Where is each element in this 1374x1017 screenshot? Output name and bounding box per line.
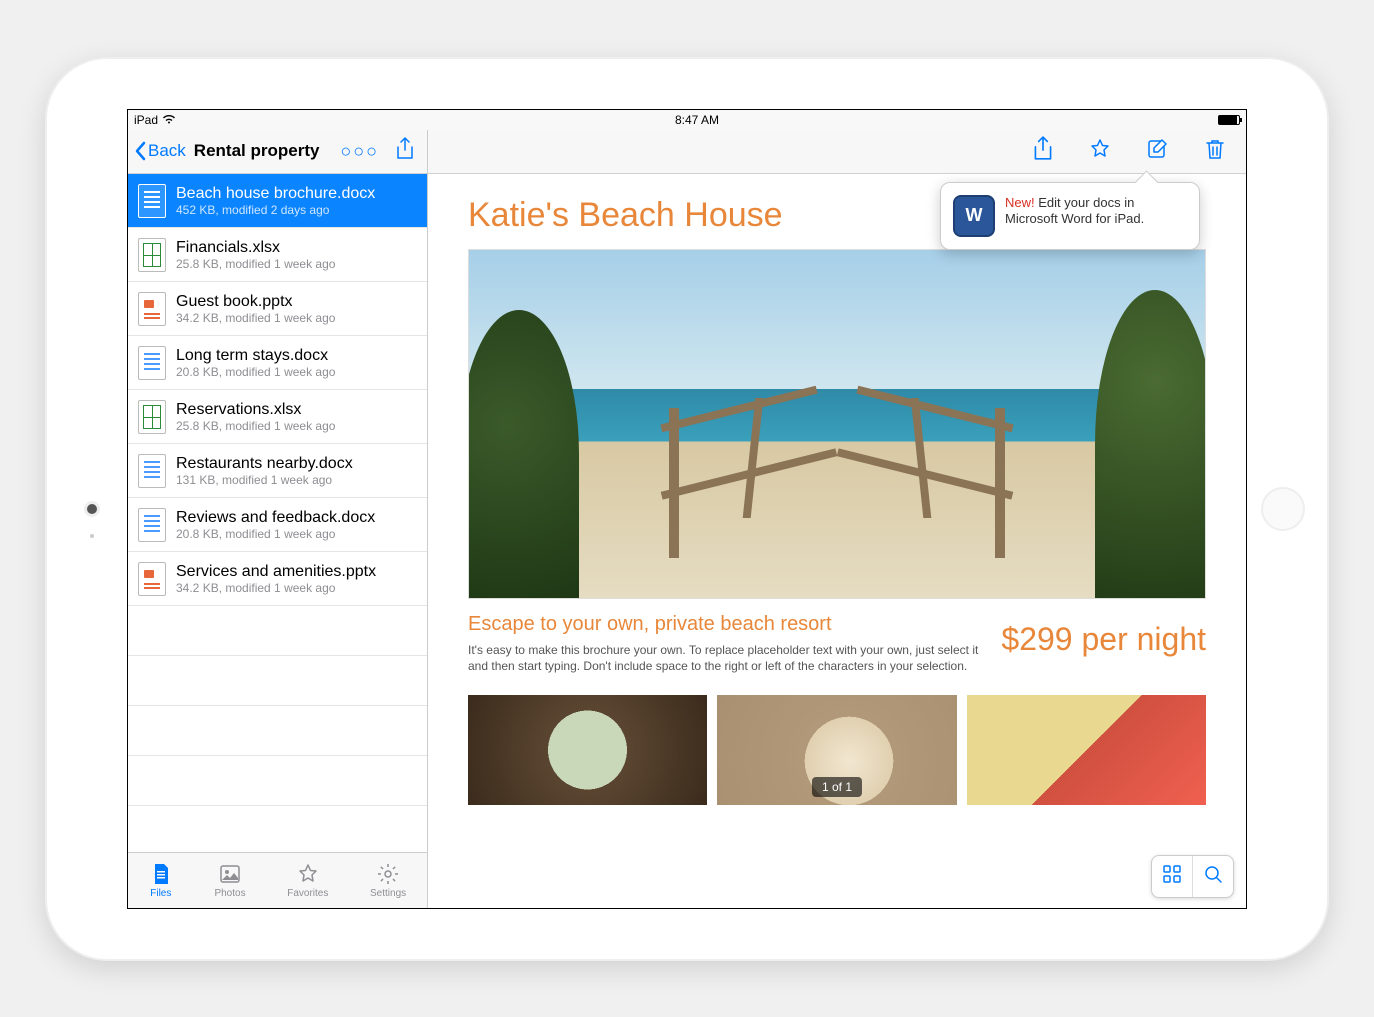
edit-button[interactable] [1146,137,1170,166]
xls-file-icon [138,400,166,434]
file-name: Services and amenities.pptx [176,563,417,581]
doc-file-icon [138,508,166,542]
file-meta: 131 KB, modified 1 week ago [176,473,417,487]
ppt-file-icon [138,292,166,326]
file-name: Restaurants nearby.docx [176,455,417,473]
file-item[interactable]: Reservations.xlsx25.8 KB, modified 1 wee… [128,390,427,444]
file-list[interactable]: Beach house brochure.docx452 KB, modifie… [128,174,427,852]
xls-file-icon [138,238,166,272]
share-button[interactable] [1032,136,1054,167]
file-item[interactable]: Reviews and feedback.docx20.8 KB, modifi… [128,498,427,552]
file-meta: 25.8 KB, modified 1 week ago [176,257,417,271]
grid-view-button[interactable] [1152,856,1192,897]
thumbnail-image [468,695,707,805]
carrier-label: iPad [134,113,158,127]
tab-favorites-label: Favorites [287,888,328,899]
tab-files-label: Files [150,888,171,899]
doc-file-icon [138,454,166,488]
screen: iPad 8:47 AM Back Rental property [127,109,1247,909]
document-view[interactable]: Katie's Beach House Escape to your own, … [428,174,1246,908]
empty-row [128,656,427,706]
file-meta: 20.8 KB, modified 1 week ago [176,527,417,541]
thumbnail-image [967,695,1206,805]
file-meta: 20.8 KB, modified 1 week ago [176,365,417,379]
page-indicator: 1 of 1 [812,777,862,797]
file-meta: 452 KB, modified 2 days ago [176,203,417,217]
file-name: Guest book.pptx [176,293,417,311]
file-meta: 34.2 KB, modified 1 week ago [176,581,417,595]
tab-settings[interactable]: Settings [370,862,406,899]
view-controls [1151,855,1234,898]
hero-image [468,249,1206,599]
tab-favorites[interactable]: Favorites [287,862,328,899]
file-name: Beach house brochure.docx [176,185,417,203]
favorite-button[interactable] [1088,137,1112,166]
ipad-frame: iPad 8:47 AM Back Rental property [47,59,1327,959]
back-label: Back [148,141,186,161]
file-item[interactable]: Financials.xlsx25.8 KB, modified 1 week … [128,228,427,282]
file-item[interactable]: Long term stays.docx20.8 KB, modified 1 … [128,336,427,390]
file-name: Long term stays.docx [176,347,417,365]
clock: 8:47 AM [675,113,719,127]
document-body: It's easy to make this brochure your own… [468,642,981,676]
folder-title: Rental property [194,141,320,161]
price-label: $299 per night [1001,613,1206,658]
upload-button[interactable] [389,137,421,166]
doc-file-icon [138,346,166,380]
search-button[interactable] [1192,856,1233,897]
file-name: Financials.xlsx [176,239,417,257]
back-button[interactable]: Back [134,141,186,161]
popover-text: New! Edit your docs in Microsoft Word fo… [1005,195,1187,229]
file-name: Reviews and feedback.docx [176,509,417,527]
doc-file-icon [138,184,166,218]
file-item[interactable]: Guest book.pptx34.2 KB, modified 1 week … [128,282,427,336]
file-meta: 34.2 KB, modified 1 week ago [176,311,417,325]
file-name: Reservations.xlsx [176,401,417,419]
word-app-icon: W [953,195,995,237]
file-item[interactable]: Restaurants nearby.docx131 KB, modified … [128,444,427,498]
popover-new-label: New! [1005,195,1035,210]
tab-photos-label: Photos [214,888,245,899]
camera-dot [87,504,97,514]
tab-files[interactable]: Files [149,862,173,899]
wifi-icon [162,113,176,127]
document-panel: W New! Edit your docs in Microsoft Word … [428,130,1246,908]
file-item[interactable]: Services and amenities.pptx34.2 KB, modi… [128,552,427,606]
document-subtitle: Escape to your own, private beach resort [468,613,981,636]
tab-photos[interactable]: Photos [214,862,245,899]
sensor-dot [90,534,94,538]
word-popover[interactable]: W New! Edit your docs in Microsoft Word … [940,182,1200,250]
status-bar: iPad 8:47 AM [128,110,1246,130]
file-browser-header: Back Rental property ○○○ [128,130,427,174]
home-button[interactable] [1261,487,1305,531]
more-options-button[interactable]: ○○○ [334,141,385,162]
empty-row [128,706,427,756]
file-item[interactable]: Beach house brochure.docx452 KB, modifie… [128,174,427,228]
thumbnail-image: 1 of 1 [717,695,956,805]
empty-row [128,606,427,656]
empty-row [128,756,427,806]
file-browser-panel: Back Rental property ○○○ Beach house bro… [128,130,428,908]
thumbnail-row: 1 of 1 [468,695,1206,805]
delete-button[interactable] [1204,137,1226,166]
ppt-file-icon [138,562,166,596]
document-toolbar: W New! Edit your docs in Microsoft Word … [428,130,1246,174]
file-meta: 25.8 KB, modified 1 week ago [176,419,417,433]
battery-icon [1218,115,1240,125]
tab-bar: Files Photos Favorites Settings [128,852,427,908]
tab-settings-label: Settings [370,888,406,899]
